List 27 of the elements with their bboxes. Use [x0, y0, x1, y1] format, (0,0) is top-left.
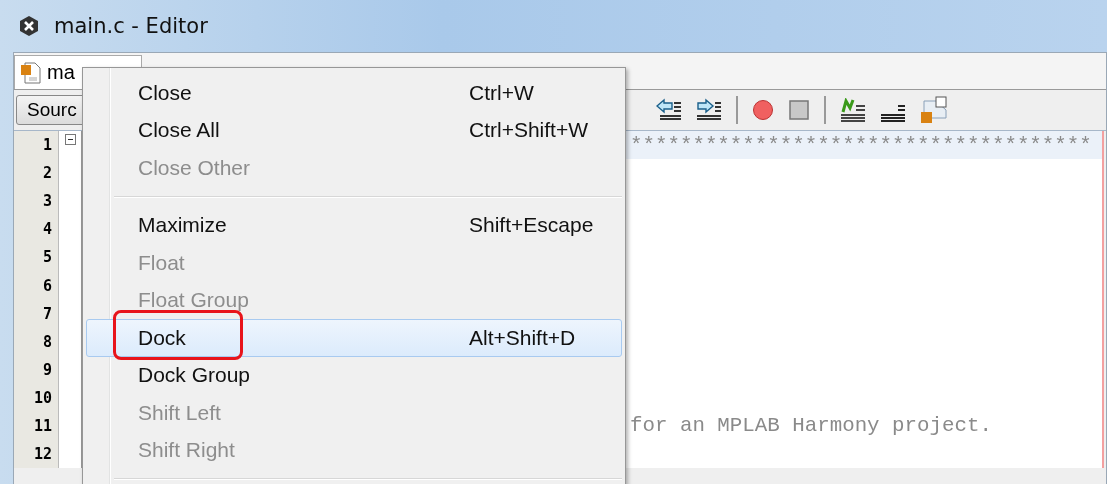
fold-icon[interactable] [64, 134, 76, 145]
line-number: 11 [33, 417, 52, 435]
menu-item[interactable]: Maximize Shift+Escape [86, 206, 622, 244]
window-title: main.c - Editor [54, 14, 208, 38]
line-number: 2 [42, 164, 52, 183]
line-number: 4 [42, 220, 52, 239]
record-icon[interactable] [752, 99, 774, 121]
line-number: 6 [42, 276, 52, 295]
line-number: 5 [42, 248, 52, 267]
line-number: 12 [33, 445, 52, 464]
line-number: 3 [42, 192, 52, 211]
header-file-icon[interactable] [920, 96, 948, 124]
code-line: ************************************* [630, 133, 1092, 157]
macro-icon[interactable] [840, 98, 866, 122]
menu-item[interactable]: Dock Group [86, 356, 622, 394]
app-icon [18, 15, 40, 37]
line-number: 1 [42, 136, 52, 155]
code-line: for an MPLAB Harmony project. [630, 414, 992, 438]
menu-item[interactable]: Dock Alt+Shift+D [86, 319, 622, 357]
back-arrow-icon[interactable] [656, 98, 682, 122]
line-number: 7 [42, 304, 52, 323]
line-number: 8 [42, 332, 52, 351]
line-number: 10 [33, 388, 52, 407]
stop-icon[interactable] [788, 99, 810, 121]
line-number: 9 [42, 360, 52, 379]
c-file-icon [21, 61, 41, 84]
forward-arrow-icon[interactable] [696, 98, 722, 122]
